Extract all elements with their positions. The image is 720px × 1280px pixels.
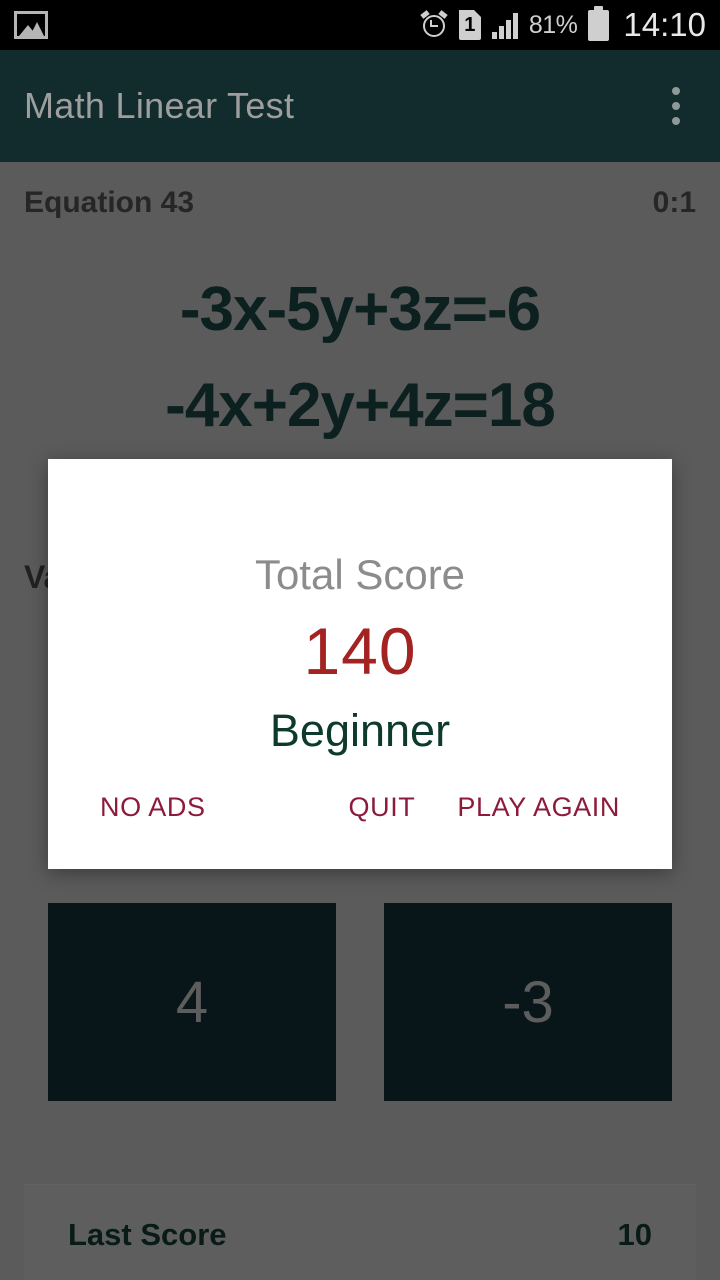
dialog-rank-label: Beginner (269, 705, 451, 756)
battery-percent-label: 81% (528, 10, 578, 39)
signal-bars-icon (491, 11, 518, 39)
total-score-dialog: Total Score 140 Beginner NO ADS QUIT PLA… (48, 459, 672, 869)
play-again-button[interactable]: PLAY AGAIN (455, 786, 622, 829)
alarm-clock-icon (420, 10, 448, 39)
sim-card-icon: 1 (458, 10, 481, 40)
overflow-menu-icon[interactable] (656, 71, 696, 141)
app-bar: Math Linear Test (0, 50, 720, 162)
image-icon (14, 11, 48, 39)
status-bar: 1 81% 14:10 (0, 0, 720, 50)
dialog-score-value: 140 (303, 614, 417, 688)
status-bar-system: 1 81% 14:10 (420, 5, 706, 44)
status-bar-notifications (14, 11, 420, 39)
page-title: Math Linear Test (24, 85, 295, 126)
dialog-title: Total Score (254, 551, 466, 598)
dialog-actions: NO ADS QUIT PLAY AGAIN (48, 786, 672, 829)
quit-button[interactable]: QUIT (347, 786, 418, 829)
phone-screen: 1 81% 14:10 Math Linear Test Equation 43… (0, 0, 720, 1280)
status-bar-clock: 14:10 (623, 6, 706, 43)
no-ads-button[interactable]: NO ADS (98, 786, 208, 829)
battery-icon (588, 5, 610, 41)
